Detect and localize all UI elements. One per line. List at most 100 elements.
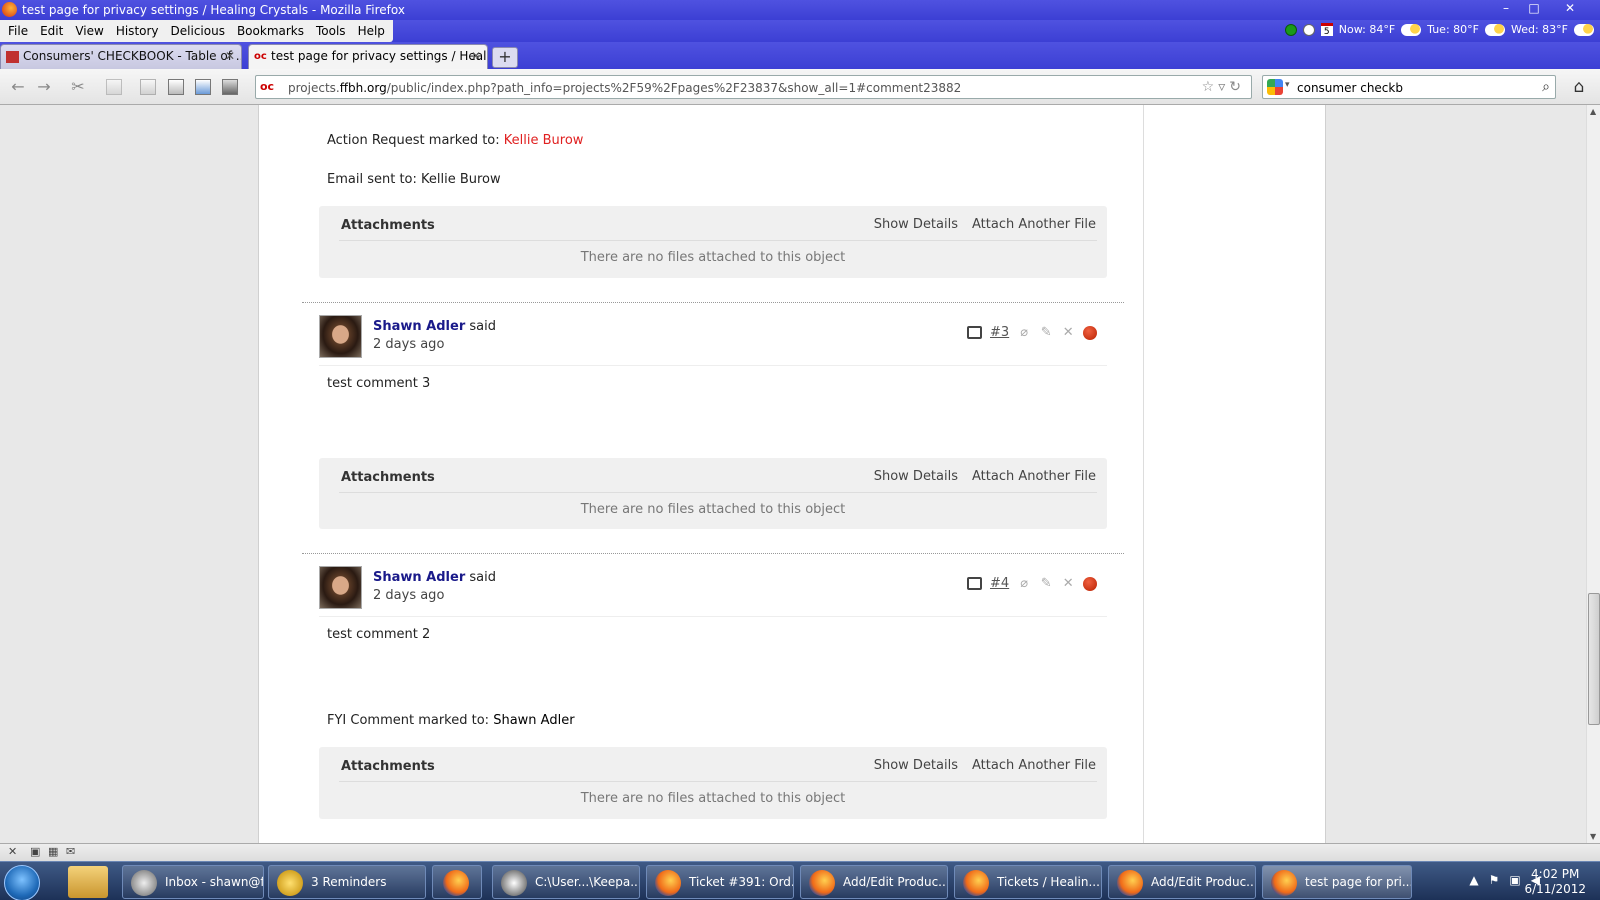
fyi-person[interactable]: Shawn Adler bbox=[493, 713, 574, 728]
clock-icon[interactable] bbox=[1302, 23, 1315, 36]
forward-icon[interactable]: → bbox=[34, 77, 54, 97]
lock-icon bbox=[501, 870, 527, 896]
menu-help[interactable]: Help bbox=[352, 20, 391, 42]
network-icon[interactable]: ▣ bbox=[1509, 873, 1520, 887]
menu-tools[interactable]: Tools bbox=[310, 20, 352, 42]
print-icon[interactable] bbox=[967, 326, 982, 339]
weather-tue[interactable]: Tue: 80°F bbox=[1427, 23, 1479, 36]
no-attachments-message: There are no files attached to this obje… bbox=[580, 791, 846, 806]
weather-wed[interactable]: Wed: 83°F bbox=[1511, 23, 1568, 36]
vertical-scrollbar[interactable]: ▲ ▼ bbox=[1586, 105, 1600, 843]
search-icon[interactable]: ⌕ bbox=[1542, 79, 1550, 95]
close-window-button[interactable]: ✕ bbox=[1548, 0, 1592, 18]
attach-icon[interactable]: ⌀ bbox=[1017, 325, 1031, 340]
menu-history[interactable]: History bbox=[110, 20, 165, 42]
task-add-edit-product-1[interactable]: Add/Edit Produc... bbox=[800, 865, 948, 899]
site-identity-icon[interactable]: oc bbox=[260, 80, 278, 94]
screenshot-icon[interactable] bbox=[168, 79, 184, 95]
scroll-up-icon[interactable]: ▲ bbox=[1590, 107, 1596, 116]
task-test-page[interactable]: test page for pri... bbox=[1262, 865, 1412, 899]
menu-edit[interactable]: Edit bbox=[34, 20, 69, 42]
delete-icon[interactable]: ✕ bbox=[1061, 325, 1075, 340]
edit-icon[interactable]: ✎ bbox=[1039, 325, 1053, 340]
task-add-edit-product-2[interactable]: Add/Edit Produc... bbox=[1108, 865, 1256, 899]
window-title: test page for privacy settings / Healing… bbox=[22, 3, 405, 17]
task-keepass[interactable]: C:\User...\Keepa... bbox=[492, 865, 640, 899]
partly-cloudy-icon bbox=[1401, 23, 1422, 36]
delete-icon[interactable]: ✕ bbox=[1061, 576, 1075, 591]
action-request-person[interactable]: Kellie Burow bbox=[504, 133, 584, 148]
comment-actions: #3 ⌀ ✎ ✕ bbox=[967, 325, 1098, 340]
cut-icon[interactable]: ✂ bbox=[68, 77, 88, 97]
paste-icon[interactable] bbox=[140, 79, 156, 95]
show-details-link[interactable]: Show Details bbox=[874, 758, 958, 773]
tab-test-page[interactable]: oc test page for privacy settings / Heal… bbox=[248, 44, 488, 69]
show-details-link[interactable]: Show Details bbox=[874, 469, 958, 484]
task-ticket-391[interactable]: Ticket #391: Ord... bbox=[646, 865, 794, 899]
google-engine-icon[interactable] bbox=[1267, 79, 1283, 95]
close-tab-icon[interactable]: ✕ bbox=[471, 49, 481, 63]
print-icon[interactable] bbox=[967, 577, 982, 590]
status-icons: 5 Now: 84°F Tue: 80°F Wed: 83°F bbox=[1284, 23, 1594, 37]
task-tickets-healing[interactable]: Tickets / Healin... bbox=[954, 865, 1102, 899]
copy-icon[interactable] bbox=[106, 79, 122, 95]
search-bar[interactable]: ▾ consumer checkb ⌕ bbox=[1262, 75, 1556, 99]
attachments-heading: Attachments bbox=[341, 759, 435, 774]
avatar[interactable] bbox=[319, 315, 362, 358]
close-tab-icon[interactable]: ✕ bbox=[225, 49, 235, 63]
reload-icon[interactable]: ↻ bbox=[1229, 79, 1245, 95]
tab-consumers-checkbook[interactable]: Consumers' CHECKBOOK - Table of ... ✕ bbox=[0, 44, 242, 69]
menu-delicious[interactable]: Delicious bbox=[165, 20, 231, 42]
mail-icon[interactable]: ✉ bbox=[66, 845, 75, 858]
scrollbar-thumb[interactable] bbox=[1588, 593, 1600, 725]
comment-author-line: Shawn Adler said bbox=[373, 319, 496, 334]
url-text[interactable]: projects.ffbh.org/public/index.php?path_… bbox=[288, 81, 961, 95]
page-content: Action Request marked to: Kellie Burow E… bbox=[258, 105, 1326, 843]
status-green-icon[interactable] bbox=[1284, 23, 1297, 36]
attach-another-file-link[interactable]: Attach Another File bbox=[972, 758, 1096, 773]
attach-icon[interactable]: ⌀ bbox=[1017, 576, 1031, 591]
engine-dropdown-icon[interactable]: ▾ bbox=[1285, 80, 1290, 90]
comment-author-line: Shawn Adler said bbox=[373, 570, 496, 585]
show-details-link[interactable]: Show Details bbox=[874, 217, 958, 232]
status-red-icon[interactable] bbox=[1083, 576, 1098, 591]
action-center-flag-icon[interactable]: ⚑ bbox=[1489, 873, 1500, 887]
addon-grid-icon[interactable]: ▦ bbox=[48, 845, 58, 858]
show-hidden-icons-icon[interactable]: ▲ bbox=[1469, 873, 1478, 887]
window-icon[interactable] bbox=[195, 79, 211, 95]
comment-author-link[interactable]: Shawn Adler bbox=[373, 570, 465, 585]
status-red-icon[interactable] bbox=[1083, 325, 1098, 340]
comment-author-link[interactable]: Shawn Adler bbox=[373, 319, 465, 334]
scroll-down-icon[interactable]: ▼ bbox=[1590, 832, 1596, 841]
calendar-icon[interactable]: 5 bbox=[1320, 23, 1333, 37]
url-bar[interactable]: oc projects.ffbh.org/public/index.php?pa… bbox=[255, 75, 1252, 99]
menu-bookmarks[interactable]: Bookmarks bbox=[231, 20, 310, 42]
attach-another-file-link[interactable]: Attach Another File bbox=[972, 469, 1096, 484]
toolbox-icon[interactable] bbox=[222, 79, 238, 95]
avatar[interactable] bbox=[319, 566, 362, 609]
home-icon[interactable]: ⌂ bbox=[1566, 77, 1592, 99]
menu-view[interactable]: View bbox=[69, 20, 109, 42]
explorer-folder-icon[interactable] bbox=[68, 866, 108, 898]
back-icon[interactable]: ← bbox=[8, 77, 28, 97]
comment-permalink[interactable]: #4 bbox=[990, 576, 1009, 591]
close-addon-bar-icon[interactable]: ✕ bbox=[8, 845, 17, 858]
addon-screens-icon[interactable]: ▣ bbox=[30, 845, 40, 858]
divider bbox=[339, 492, 1097, 493]
search-input[interactable]: consumer checkb bbox=[1297, 81, 1403, 95]
history-dropdown-icon[interactable]: ▿ bbox=[1218, 79, 1229, 95]
start-button[interactable] bbox=[4, 865, 40, 900]
maximize-button[interactable]: □ bbox=[1520, 0, 1548, 18]
task-firefox[interactable] bbox=[432, 865, 482, 899]
bookmark-star-icon[interactable]: ☆ bbox=[1202, 79, 1219, 95]
new-tab-button[interactable]: + bbox=[492, 47, 518, 68]
system-clock[interactable]: 4:02 PM 6/11/2012 bbox=[1524, 867, 1586, 897]
comment-permalink[interactable]: #3 bbox=[990, 325, 1009, 340]
edit-icon[interactable]: ✎ bbox=[1039, 576, 1053, 591]
minimize-button[interactable]: – bbox=[1492, 0, 1520, 18]
weather-now[interactable]: Now: 84°F bbox=[1339, 23, 1395, 36]
menu-file[interactable]: File bbox=[2, 20, 34, 42]
task-reminders[interactable]: 3 Reminders bbox=[268, 865, 426, 899]
attach-another-file-link[interactable]: Attach Another File bbox=[972, 217, 1096, 232]
task-inbox[interactable]: Inbox - shawn@f... bbox=[122, 865, 264, 899]
